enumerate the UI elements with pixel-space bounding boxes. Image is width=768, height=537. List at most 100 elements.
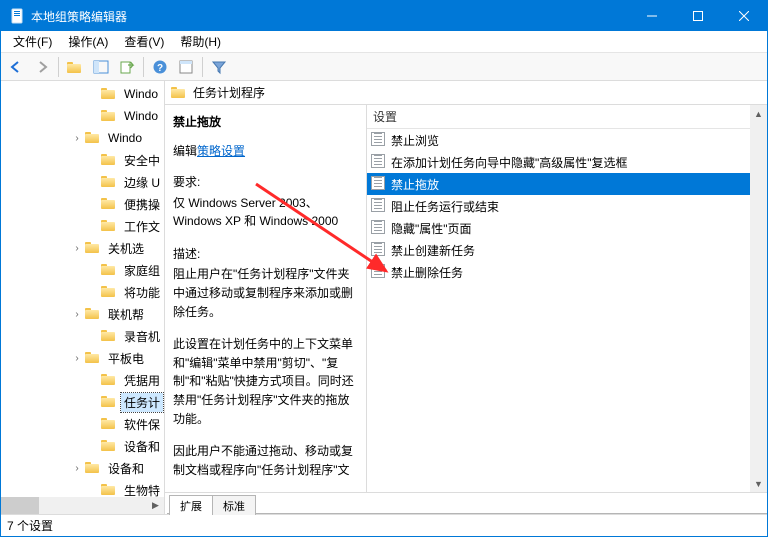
- tree-item-label: 将功能: [121, 283, 163, 302]
- tree-item[interactable]: 工作文: [1, 215, 164, 237]
- properties-button[interactable]: [174, 55, 198, 79]
- tree-item[interactable]: 任务计: [1, 391, 164, 413]
- statusbar: 7 个设置: [1, 514, 767, 536]
- menu-view[interactable]: 查看(V): [116, 31, 172, 52]
- edit-prefix: 编辑: [173, 144, 197, 158]
- edit-policy-link[interactable]: 策略设置: [197, 144, 245, 158]
- expand-icon[interactable]: ›: [69, 243, 85, 254]
- tree-item[interactable]: 凭据用: [1, 369, 164, 391]
- scroll-right-icon[interactable]: ▶: [147, 497, 164, 514]
- list-item[interactable]: 隐藏"属性"页面: [367, 217, 750, 239]
- policy-icon: [371, 264, 387, 280]
- tree-item-label: Windo: [121, 108, 161, 124]
- tree-item-label: 便携操: [121, 195, 163, 214]
- expand-icon[interactable]: ›: [69, 133, 85, 144]
- tree-item-label: Windo: [121, 86, 161, 102]
- list-item[interactable]: 禁止浏览: [367, 129, 750, 151]
- tree-hscrollbar[interactable]: ▶: [1, 497, 164, 514]
- folder-icon: [85, 240, 101, 256]
- expand-icon[interactable]: ›: [69, 309, 85, 320]
- close-button[interactable]: [721, 1, 767, 31]
- tree-item[interactable]: 软件保: [1, 413, 164, 435]
- tab-extended[interactable]: 扩展: [169, 495, 213, 515]
- list-body[interactable]: 禁止浏览在添加计划任务向导中隐藏"高级属性"复选框禁止拖放阻止任务运行或结束隐藏…: [367, 129, 750, 492]
- folder-icon: [101, 416, 117, 432]
- tree-item[interactable]: 录音机: [1, 325, 164, 347]
- tree-item[interactable]: Windo: [1, 83, 164, 105]
- tree-item-label: 凭据用: [121, 371, 163, 390]
- list-item[interactable]: 禁止删除任务: [367, 261, 750, 283]
- list-item[interactable]: 在添加计划任务向导中隐藏"高级属性"复选框: [367, 151, 750, 173]
- menu-file[interactable]: 文件(F): [5, 31, 60, 52]
- folder-icon: [101, 174, 117, 190]
- tree-item[interactable]: › 联机帮: [1, 303, 164, 325]
- tree-item-label: 生物特: [121, 481, 163, 498]
- list-item-label: 禁止拖放: [391, 176, 439, 193]
- req-text: 仅 Windows Server 2003、Windows XP 和 Windo…: [173, 194, 356, 231]
- tree-list[interactable]: WindoWindo›Windo安全中边缘 U便携操工作文›关机选家庭组将功能›…: [1, 81, 164, 497]
- export-button[interactable]: [115, 55, 139, 79]
- policy-icon: [371, 132, 387, 148]
- tree-item[interactable]: 便携操: [1, 193, 164, 215]
- tree-item-label: 工作文: [121, 217, 163, 236]
- tree-item[interactable]: ›设备和: [1, 457, 164, 479]
- list-pane: 设置 禁止浏览在添加计划任务向导中隐藏"高级属性"复选框禁止拖放阻止任务运行或结…: [367, 105, 767, 492]
- folder-icon: [101, 108, 117, 124]
- policy-icon: [371, 220, 387, 236]
- tree-item[interactable]: 边缘 U: [1, 171, 164, 193]
- list-item-label: 在添加计划任务向导中隐藏"高级属性"复选框: [391, 154, 628, 171]
- minimize-button[interactable]: [629, 1, 675, 31]
- folder-icon: [85, 350, 101, 366]
- window-title: 本地组策略编辑器: [31, 8, 629, 25]
- tree-item-label: 录音机: [121, 327, 163, 346]
- maximize-button[interactable]: [675, 1, 721, 31]
- list-column-header[interactable]: 设置: [367, 105, 767, 129]
- list-item[interactable]: 禁止创建新任务: [367, 239, 750, 261]
- policy-icon: [371, 242, 387, 258]
- back-button[interactable]: [4, 55, 28, 79]
- help-button[interactable]: ?: [148, 55, 172, 79]
- list-item-label: 禁止创建新任务: [391, 242, 475, 259]
- tree-item[interactable]: › Windo: [1, 127, 164, 149]
- menu-help[interactable]: 帮助(H): [172, 31, 229, 52]
- scrollbar-thumb[interactable]: [1, 497, 39, 514]
- tree-item[interactable]: 生物特: [1, 479, 164, 497]
- scroll-down-icon[interactable]: ▼: [750, 475, 767, 492]
- menu-action[interactable]: 操作(A): [60, 31, 116, 52]
- tree-item-label: Windo: [105, 130, 145, 146]
- list-item-label: 隐藏"属性"页面: [391, 220, 472, 237]
- show-hide-tree-button[interactable]: [89, 55, 113, 79]
- tree-item[interactable]: 将功能: [1, 281, 164, 303]
- toolbar-separator: [143, 57, 144, 77]
- list-item[interactable]: 禁止拖放: [367, 173, 750, 195]
- tab-standard[interactable]: 标准: [212, 495, 256, 515]
- status-text: 7 个设置: [7, 517, 53, 534]
- tree-item[interactable]: 家庭组: [1, 259, 164, 281]
- forward-button[interactable]: [30, 55, 54, 79]
- folder-icon: [101, 196, 117, 212]
- tree-item[interactable]: Windo: [1, 105, 164, 127]
- scroll-up-icon[interactable]: ▲: [750, 105, 767, 122]
- policy-icon: [371, 154, 387, 170]
- up-button[interactable]: [63, 55, 87, 79]
- tree-item[interactable]: ›平板电: [1, 347, 164, 369]
- tree-item[interactable]: 设备和: [1, 435, 164, 457]
- expand-icon[interactable]: ›: [69, 353, 85, 364]
- filter-button[interactable]: [207, 55, 231, 79]
- desc-p1: 阻止用户在"任务计划程序"文件夹中通过移动或复制程序来添加或删除任务。: [173, 265, 356, 321]
- folder-icon: [101, 394, 117, 410]
- expand-icon[interactable]: ›: [69, 463, 85, 474]
- desc-p3: 因此用户不能通过拖动、移动或复制文档或程序向"任务计划程序"文: [173, 442, 356, 479]
- folder-icon: [101, 218, 117, 234]
- list-item-label: 阻止任务运行或结束: [391, 198, 499, 215]
- desc-heading: 禁止拖放: [173, 113, 356, 130]
- policy-icon: [371, 176, 387, 192]
- tree-item-label: 联机帮: [105, 305, 147, 324]
- toolbar-separator: [58, 57, 59, 77]
- tree-item[interactable]: 安全中: [1, 149, 164, 171]
- list-vscrollbar[interactable]: ▲ ▼: [750, 105, 767, 492]
- list-item[interactable]: 阻止任务运行或结束: [367, 195, 750, 217]
- path-title: 任务计划程序: [193, 84, 265, 101]
- folder-icon: [101, 328, 117, 344]
- tree-item[interactable]: ›关机选: [1, 237, 164, 259]
